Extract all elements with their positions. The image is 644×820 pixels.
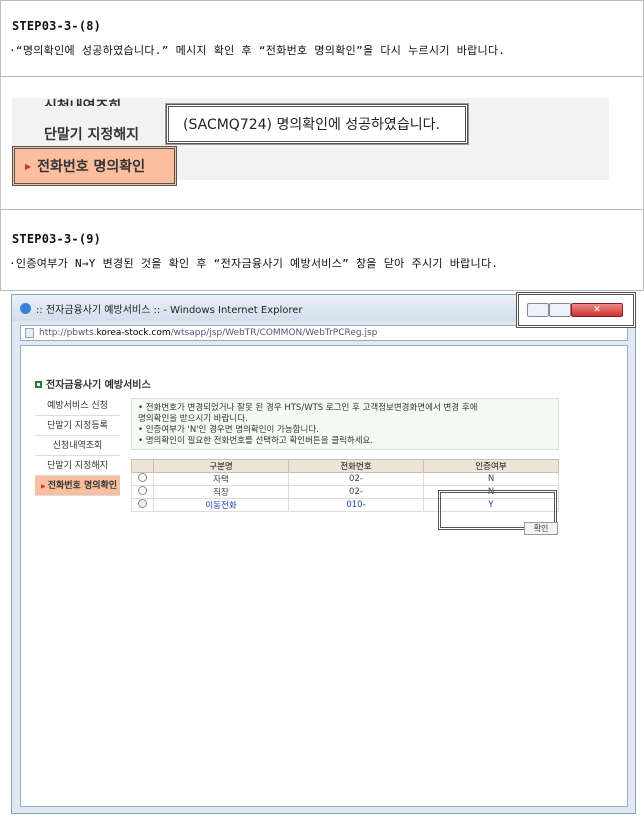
- ie-window: :: 전자금융사기 예방서비스 :: - Windows Internet Ex…: [11, 294, 636, 814]
- notice-line: • 전화번호가 변경되었거나 잘못 된 경우 HTS/WTS 로그인 후 고객정…: [138, 403, 478, 413]
- step1-desc: ·“명의확인에 성공하였습니다.” 메시지 확인 후 “전화번호 명의확인”을 …: [9, 44, 506, 57]
- notice-line: • 인증여부가 'N'인 경우면 명의확인이 가능합니다.: [138, 425, 319, 435]
- step1-title: STEP03-3-(8): [12, 19, 102, 33]
- cell-type: 이동전화: [153, 498, 289, 512]
- cell-type: 자택: [153, 472, 289, 486]
- sidebar-item-apply[interactable]: 예방서비스 신청: [35, 396, 120, 416]
- ie-icon: [20, 302, 31, 314]
- col-header-verified: 인증여부: [423, 459, 559, 473]
- url-path: /wtsapp/jsp/WebTR/COMMON/WebTrPCReg.jsp: [170, 328, 378, 338]
- menu-item-partial[interactable]: 신청내역조회: [44, 96, 121, 106]
- step2-title: STEP03-3-(9): [12, 232, 102, 246]
- radio-button[interactable]: [138, 473, 147, 482]
- confirm-button[interactable]: 확인: [524, 522, 558, 535]
- radio-button[interactable]: [138, 486, 147, 495]
- step2-box: STEP03-3-(9) ·인증여부가 N→Y 변경된 것을 확인 후 “전자금…: [0, 209, 644, 291]
- section-title-row: 전자금융사기 예방서비스: [35, 376, 151, 391]
- cell-verified: N: [423, 472, 559, 486]
- minimize-button[interactable]: [527, 303, 549, 317]
- notice-line: 명의확인을 받으시기 바랍니다.: [138, 414, 248, 424]
- col-header-type: 구분명: [153, 459, 289, 473]
- square-icon: [35, 381, 42, 388]
- sidebar-item-register[interactable]: 단말기 지정등록: [35, 416, 120, 436]
- sidebar: 예방서비스 신청 단말기 지정등록 신청내역조회 단말기 지정해지 ▶ 전화번호…: [35, 396, 123, 496]
- sidebar-active-label: 전화번호 명의확인: [47, 481, 118, 491]
- cell-phone: 02-: [288, 472, 424, 486]
- page-icon: [25, 328, 34, 338]
- window-title: :: 전자금융사기 예방서비스 :: - Windows Internet Ex…: [36, 304, 303, 316]
- radio-button[interactable]: [138, 499, 147, 508]
- maximize-button[interactable]: [549, 303, 571, 317]
- window-controls-highlight: ✕: [516, 292, 636, 328]
- close-icon[interactable]: ✕: [571, 303, 623, 317]
- notice-line: • 명의확인이 필요한 전화번호를 선택하고 확인버튼을 클릭하세요.: [138, 436, 374, 446]
- cell-phone: 010-: [288, 498, 424, 512]
- step2-desc: ·인증여부가 N→Y 변경된 것을 확인 후 “전자금융사기 예방서비스” 창을…: [9, 257, 499, 270]
- table-row[interactable]: 자택 02- N: [131, 472, 559, 486]
- triangle-icon: ▶: [25, 161, 32, 171]
- section-title: 전자금융사기 예방서비스: [46, 380, 151, 391]
- sidebar-item-phone-verify[interactable]: ▶ 전화번호 명의확인: [35, 476, 120, 496]
- popup-message: (SACMQ724) 명의확인에 성공하였습니다.: [183, 117, 440, 133]
- sidebar-item-history[interactable]: 신청내역조회: [35, 436, 120, 456]
- menu-item-terminal-cancel[interactable]: 단말기 지정해지: [44, 124, 139, 144]
- step1-box: STEP03-3-(8) ·“명의확인에 성공하였습니다.” 메시지 확인 후 …: [0, 0, 644, 77]
- cell-phone: 02-: [288, 485, 424, 499]
- url-prefix: http://pbwts.: [39, 328, 97, 338]
- notice-box: • 전화번호가 변경되었거나 잘못 된 경우 HTS/WTS 로그인 후 고객정…: [131, 398, 559, 450]
- menu-item-phone-verify[interactable]: ▶ 전화번호 명의확인: [12, 146, 177, 186]
- success-popup: (SACMQ724) 명의확인에 성공하였습니다.: [165, 103, 469, 145]
- url-domain: korea-stock.com: [96, 328, 171, 338]
- col-header-phone: 전화번호: [288, 459, 424, 473]
- sidebar-item-cancel[interactable]: 단말기 지정해지: [35, 456, 120, 476]
- menu-label: 전화번호 명의확인: [37, 159, 146, 175]
- cell-type: 직장: [153, 485, 289, 499]
